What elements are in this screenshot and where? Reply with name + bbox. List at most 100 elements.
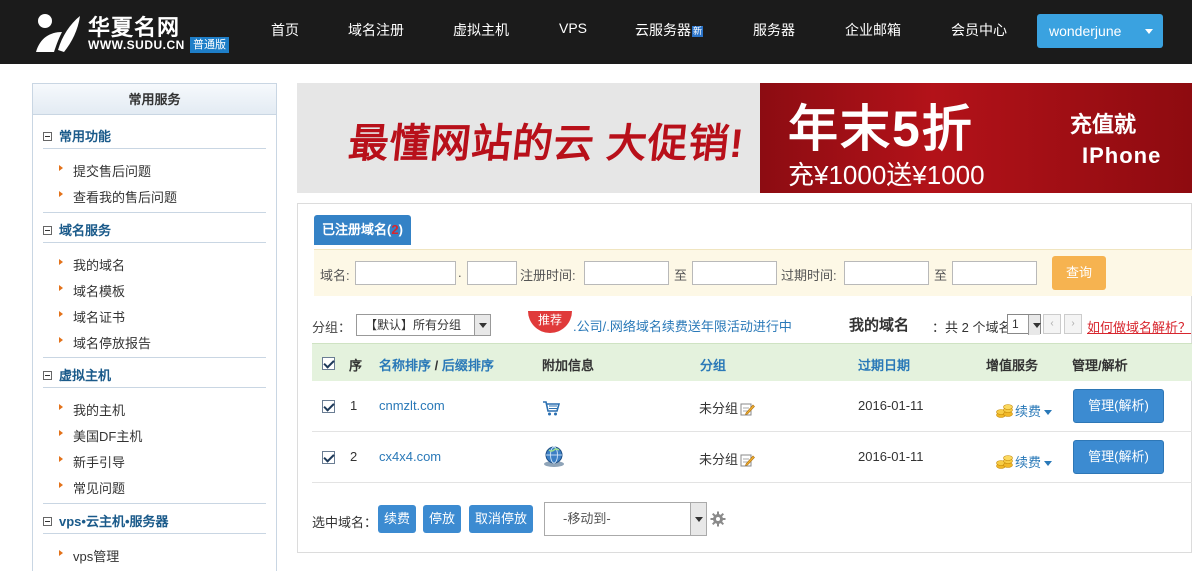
tab-count: 2	[391, 222, 399, 237]
promo-link[interactable]: .公司/.网络域名续费送年限活动进行中	[573, 316, 792, 335]
gear-icon[interactable]	[710, 511, 726, 527]
dns-help-link[interactable]: 如何做域名解析？	[1087, 317, 1191, 336]
page-select-value: 1	[1012, 317, 1019, 331]
sort-by-name-link[interactable]: 名称排序	[379, 358, 431, 373]
cart-icon[interactable]	[542, 400, 560, 416]
nav-cloud-server[interactable]: 云服务器新	[635, 20, 704, 40]
move-to-group-select[interactable]: -移动到-	[544, 502, 707, 536]
recommend-badge: 推荐	[528, 311, 572, 333]
group-select-value: 【默认】所有分组	[365, 318, 462, 332]
nav-member-center[interactable]: 会员中心	[951, 20, 1007, 40]
select-all-checkbox[interactable]	[322, 357, 335, 370]
sidebar-section-virtual-host[interactable]: 虚拟主机	[43, 365, 111, 384]
row-checkbox[interactable]	[322, 400, 335, 413]
edit-icon[interactable]	[740, 402, 755, 416]
reg-end-date-input[interactable]	[692, 261, 777, 285]
row-group: 未分组	[699, 449, 755, 468]
promo-banner[interactable]: 最懂网站的云 大促销! 年末5折 充¥1000送¥1000 充值就 IPhone	[297, 83, 1192, 193]
group-label: 分组：	[312, 320, 352, 335]
sidebar-item-submit-ticket[interactable]: 提交售后问题	[58, 161, 151, 180]
sidebar-item-vps-manage[interactable]: vps管理	[58, 546, 119, 565]
banner-subline: 充¥1000送¥1000	[788, 160, 985, 190]
divider	[43, 242, 266, 243]
col-expire-date[interactable]: 过期日期	[858, 355, 910, 374]
sidebar-item-view-tickets[interactable]: 查看我的售后问题	[58, 187, 177, 206]
sidebar-section-vps[interactable]: vps•云主机•服务器	[43, 511, 169, 530]
top-navbar: 华夏名网 WWW.SUDU.CN 普通版 首页 域名注册 虚拟主机 VPS 云服…	[0, 0, 1192, 64]
next-page-button[interactable]: ›	[1064, 314, 1082, 334]
expire-start-date-input[interactable]	[844, 261, 929, 285]
renew-service-dropdown[interactable]: 续费	[996, 452, 1053, 471]
chevron-down-icon	[474, 315, 490, 335]
nav-vps[interactable]: VPS	[559, 20, 587, 36]
sidebar: 常用服务 常用功能 提交售后问题 查看我的售后问题 域名服务 我的域名 域名模板…	[32, 83, 277, 571]
query-button[interactable]: 查询	[1052, 256, 1106, 290]
logo-url: WWW.SUDU.CN	[88, 38, 185, 52]
renew-service-dropdown[interactable]: 续费	[996, 401, 1053, 420]
divider	[43, 212, 266, 213]
banner-left: 最懂网站的云 大促销!	[297, 83, 760, 193]
prev-page-button[interactable]: ‹	[1043, 314, 1061, 334]
row-checkbox[interactable]	[322, 451, 335, 464]
reg-start-date-input[interactable]	[584, 261, 669, 285]
sidebar-item-my-domains[interactable]: 我的域名	[58, 255, 125, 274]
bulk-renew-button[interactable]: 续费	[378, 505, 417, 533]
sidebar-item-domain-certificate[interactable]: 域名证书	[58, 307, 125, 326]
renew-label: 续费	[1015, 455, 1042, 470]
banner-side-product: IPhone	[1082, 143, 1162, 168]
sort-by-suffix-link[interactable]: 后缀排序	[442, 358, 494, 373]
collapse-icon	[43, 132, 52, 141]
reg-time-label: 注册时间:	[520, 268, 576, 283]
user-menu-button[interactable]: wonderjune	[1037, 14, 1163, 48]
sidebar-section-common[interactable]: 常用功能	[43, 126, 111, 145]
sort-separator: /	[434, 358, 439, 373]
manage-dns-button[interactable]: 管理(解析)	[1073, 389, 1164, 423]
sidebar-item-beginner-guide[interactable]: 新手引导	[58, 452, 125, 471]
sidebar-item-domain-templates[interactable]: 域名模板	[58, 281, 125, 300]
nav-virtual-host[interactable]: 虚拟主机	[453, 20, 509, 40]
coins-icon	[996, 404, 1013, 418]
row-group-label: 未分组	[699, 452, 739, 467]
row-seq: 1	[350, 398, 358, 413]
row-expire-date: 2016-01-11	[858, 449, 924, 464]
nav-enterprise-mail[interactable]: 企业邮箱	[845, 20, 901, 40]
sidebar-item-faq[interactable]: 常见问题	[58, 478, 125, 497]
bulk-park-button[interactable]: 停放	[423, 505, 462, 533]
edit-icon[interactable]	[740, 453, 755, 467]
domain-suffix-input[interactable]	[467, 261, 517, 285]
banner-slogan: 最懂网站的云 大促销!	[346, 122, 747, 166]
sidebar-item-us-df-host[interactable]: 美国DF主机	[58, 426, 142, 445]
domain-link[interactable]: cx4x4.com	[379, 449, 441, 464]
website-globe-icon[interactable]	[542, 445, 566, 469]
nav-server[interactable]: 服务器	[753, 20, 795, 40]
tab-registered-domains[interactable]: 已注册域名(2)	[314, 215, 411, 245]
bulk-unpark-button[interactable]: 取消停放	[469, 505, 534, 533]
new-tag: 新	[692, 26, 704, 37]
nav-home[interactable]: 首页	[271, 20, 299, 40]
sidebar-section-domain[interactable]: 域名服务	[43, 220, 111, 239]
dot-label: .	[458, 265, 462, 280]
expire-end-date-input[interactable]	[952, 261, 1037, 285]
sidebar-title: 常用服务	[33, 84, 276, 115]
domain-link[interactable]: cnmzlt.com	[379, 398, 445, 413]
nav-domain-register[interactable]: 域名注册	[348, 20, 404, 40]
toolbar: 分组： 【默认】所有分组 推荐 .公司/.网络域名续费送年限活动进行中 我的域名…	[312, 311, 1192, 338]
renew-label: 续费	[1015, 404, 1042, 419]
col-group[interactable]: 分组	[700, 355, 726, 374]
divider	[43, 357, 266, 358]
section-title: 域名服务	[59, 223, 112, 238]
move-to-label: -移动到-	[563, 511, 611, 526]
domain-name-input[interactable]	[355, 261, 456, 285]
sidebar-item-my-hosts[interactable]: 我的主机	[58, 400, 125, 419]
site-logo[interactable]: 华夏名网 WWW.SUDU.CN 普通版	[32, 8, 242, 56]
chevron-down-icon	[690, 503, 706, 535]
page-select[interactable]: 1	[1007, 314, 1041, 335]
col-name: 名称排序 / 后缀排序	[379, 355, 494, 374]
sidebar-item-parking-report[interactable]: 域名停放报告	[58, 333, 151, 352]
caret-down-icon	[1044, 461, 1053, 466]
manage-dns-button[interactable]: 管理(解析)	[1073, 440, 1164, 474]
collapse-icon	[43, 226, 52, 235]
divider	[43, 533, 266, 534]
group-select[interactable]: 【默认】所有分组	[356, 314, 491, 336]
col-extra-info: 附加信息	[542, 358, 595, 373]
